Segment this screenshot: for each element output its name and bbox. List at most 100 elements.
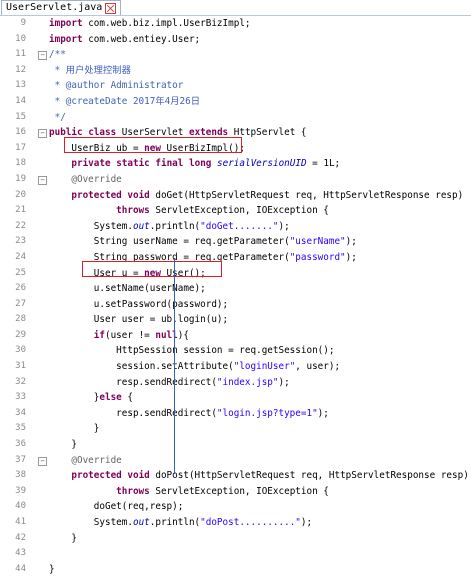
code-line[interactable]: 34 resp.sendRedirect("login.jsp?type=1")… [0,406,471,422]
code-text: System.out.println("doGet......."); [49,220,290,232]
code-text: * @createDate 2017年4月26日 [49,95,201,107]
fold-toggle-icon[interactable]: − [38,175,47,185]
code-line[interactable]: 23 String userName = req.getParameter("u… [0,234,471,250]
code-line[interactable]: 39 throws ServletException, IOException … [0,484,471,500]
code-line[interactable]: 26 u.setName(userName); [0,281,471,297]
code-text: throws ServletException, IOException { [116,485,329,497]
code-editor[interactable]: 9 import com.web.biz.impl.UserBizImpl; 10 i… [0,16,471,577]
code-line[interactable]: 29 if(user != null){ [0,328,471,344]
code-line[interactable]: 44} [0,562,471,577]
code-text: * @author Administrator [49,80,184,92]
code-line[interactable]: 35 } [0,421,471,437]
code-text: User user = ub.login(u); [49,314,229,326]
line-number: 31 [15,361,26,372]
highlight-box-line-28 [82,261,222,277]
line-number: 13 [15,80,26,91]
line-number: 24 [15,251,26,262]
code-line[interactable]: 14 * @createDate 2017年4月26日 [0,94,471,110]
line-number: 42 [15,532,26,543]
line-number: 16 [15,127,26,138]
code-text: @Override [71,454,122,466]
fold-toggle-icon[interactable]: − [38,51,47,61]
code-line[interactable]: 32 resp.sendRedirect("index.jsp"); [0,375,471,391]
line-number: 14 [15,95,26,106]
code-text: import com.web.entiey.User; [49,33,201,45]
code-text: resp.sendRedirect("index.jsp"); [49,376,290,388]
code-line[interactable]: 24 String password = req.getParameter("p… [0,250,471,266]
code-text: if(user != null){ [93,329,189,341]
code-text: } [49,532,77,544]
code-text: session.setAttribute("loginUser", user); [49,361,341,373]
close-icon[interactable] [105,2,117,14]
code-line[interactable]: 22 System.out.println("doGet......."); [0,219,471,235]
line-number: 10 [15,33,26,44]
code-line[interactable]: 18 private static final long serialVersi… [0,156,471,172]
line-number: 22 [15,220,26,231]
line-number: 27 [15,298,26,309]
file-tab[interactable]: UserServlet.java [1,0,122,15]
code-text: private static final long serialVersionU… [71,158,341,170]
code-text: u.setName(userName); [49,283,206,295]
line-number: 15 [15,111,26,122]
line-number: 30 [15,345,26,356]
code-line[interactable]: 31 session.setAttribute("loginUser", use… [0,359,471,375]
line-number: 38 [15,470,26,481]
code-line[interactable]: 38 protected void doPost(HttpServletRequ… [0,468,471,484]
line-number: 12 [15,64,26,75]
line-number: 21 [15,205,26,216]
code-line[interactable]: 36 } [0,437,471,453]
code-text: doGet(req,resp); [49,501,184,513]
code-text: protected void doPost(HttpServletRequest… [71,470,469,482]
code-text: u.setPassword(password); [49,298,229,310]
code-text: import com.web.biz.impl.UserBizImpl; [49,18,251,29]
line-number: 40 [15,501,26,512]
code-line[interactable]: 11 −/** [0,47,471,63]
line-number: 28 [15,314,26,325]
code-text: /** [49,49,66,61]
code-line[interactable]: 21 throws ServletException, IOException … [0,203,471,219]
code-line[interactable]: 20 protected void doGet(HttpServletReque… [0,188,471,204]
code-line[interactable]: 10 import com.web.entiey.User; [0,32,471,48]
line-number: 35 [15,423,26,434]
code-line[interactable]: 25 User u = new User(); [0,266,471,282]
line-number: 39 [15,485,26,496]
code-line[interactable]: 19 − @Override [0,172,471,188]
code-line[interactable]: 9 import com.web.biz.impl.UserBizImpl; [0,16,471,32]
code-text: HttpSession session = req.getSession(); [49,345,335,357]
code-line[interactable]: 41 System.out.println("doPost.........."… [0,515,471,531]
line-number: 9 [20,18,26,28]
code-line[interactable]: 33 }else { [0,390,471,406]
code-text: System.out.println("doPost.........."); [49,517,313,528]
line-number: 34 [15,407,26,418]
line-number: 33 [15,392,26,403]
vertical-guide-line [174,258,175,474]
code-text: resp.sendRedirect("login.jsp?type=1"); [49,407,329,419]
code-line[interactable]: 27 u.setPassword(password); [0,297,471,313]
editor-tab-bar: UserServlet.java [0,0,471,16]
code-text: } [49,423,100,435]
code-text: }else { [49,392,133,404]
code-line[interactable]: 30 HttpSession session = req.getSession(… [0,343,471,359]
code-text: String userName = req.getParameter("user… [49,236,357,248]
code-line[interactable]: 40 doGet(req,resp); [0,499,471,515]
fold-toggle-icon[interactable]: − [38,456,47,466]
code-line[interactable]: 12 * 用户处理控制器 [0,63,471,79]
line-number: 19 [15,173,26,184]
code-text: } [49,563,55,575]
line-number: 36 [15,439,26,450]
line-number: 20 [15,189,26,200]
code-text: @Override [71,173,122,185]
line-number: 29 [15,329,26,340]
code-line[interactable]: 43 [0,546,471,562]
code-line[interactable]: 42 } [0,531,471,547]
code-line[interactable]: 28 User user = ub.login(u); [0,312,471,328]
line-number: 37 [15,454,26,465]
line-number: 43 [15,548,26,559]
code-line[interactable]: 13 * @author Administrator [0,78,471,94]
line-number: 25 [15,267,26,278]
code-text: protected void doGet(HttpServletRequest … [71,189,464,201]
line-number: 17 [15,142,26,153]
fold-toggle-icon[interactable]: − [38,129,47,139]
code-line[interactable]: 15 */ [0,110,471,126]
code-line[interactable]: 37 − @Override [0,453,471,469]
